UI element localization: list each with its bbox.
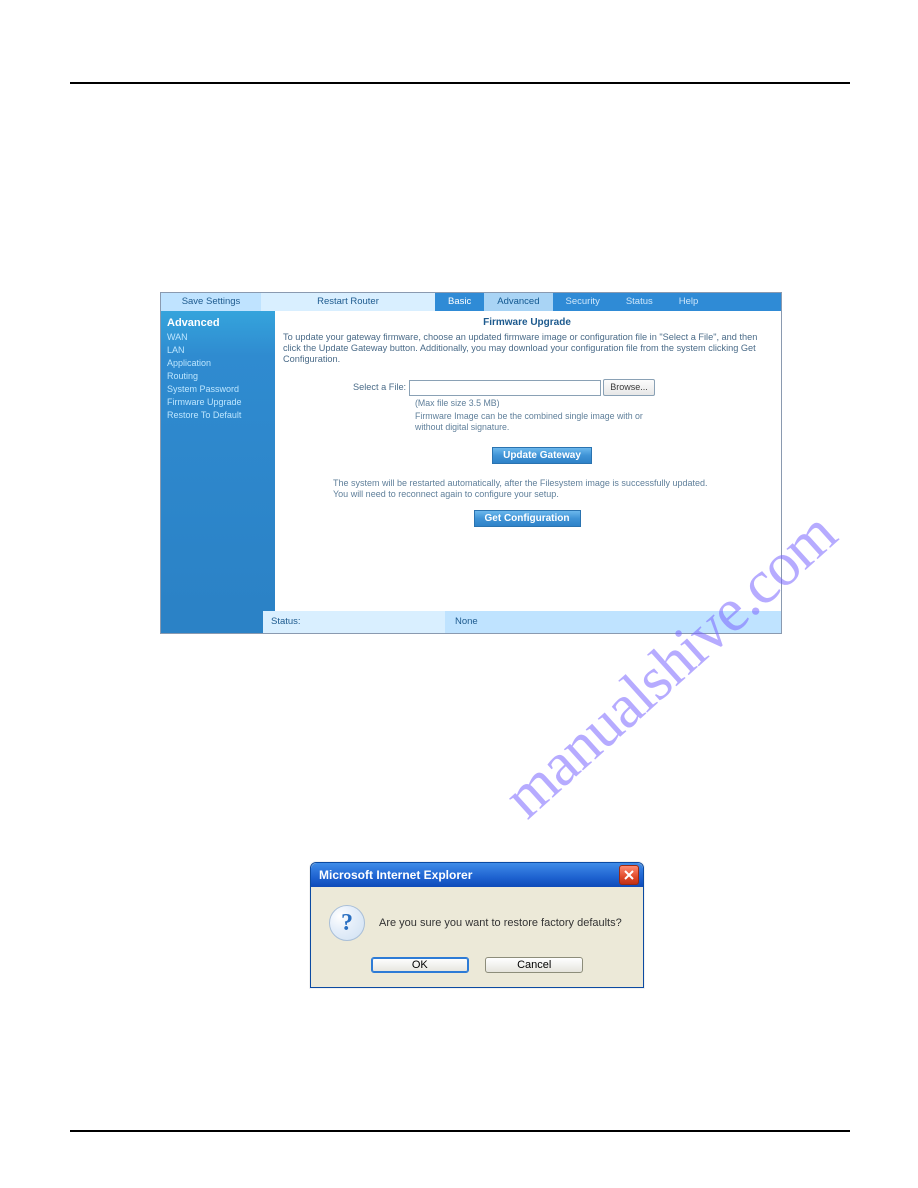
dialog-title-text: Microsoft Internet Explorer	[319, 863, 472, 887]
cancel-button[interactable]: Cancel	[485, 957, 583, 973]
tab-basic[interactable]: Basic	[435, 293, 484, 311]
intro-text: To update your gateway firmware, choose …	[283, 332, 771, 365]
close-icon[interactable]	[619, 865, 639, 885]
dialog-titlebar: Microsoft Internet Explorer	[311, 863, 643, 887]
sidebar-item-restore-default[interactable]: Restore To Default	[167, 409, 269, 422]
status-value: None	[445, 611, 781, 633]
sidebar-item-application[interactable]: Application	[167, 357, 269, 370]
page-divider-top	[70, 82, 850, 84]
router-admin-panel: Save Settings Restart Router Basic Advan…	[160, 292, 782, 634]
save-settings-link[interactable]: Save Settings	[161, 293, 261, 311]
sidebar-item-lan[interactable]: LAN	[167, 344, 269, 357]
sidebar-item-firmware-upgrade[interactable]: Firmware Upgrade	[167, 396, 269, 409]
tab-strip: Basic Advanced Security Status Help	[435, 293, 781, 311]
ok-button[interactable]: OK	[371, 957, 469, 973]
dialog-message: Are you sure you want to restore factory…	[379, 917, 622, 929]
select-file-label: Select a File:	[353, 382, 406, 392]
tab-help[interactable]: Help	[666, 293, 712, 311]
tab-advanced[interactable]: Advanced	[484, 293, 552, 311]
confirm-dialog: Microsoft Internet Explorer ? Are you su…	[310, 862, 644, 988]
page-title: Firmware Upgrade	[283, 317, 771, 328]
restart-router-link[interactable]: Restart Router	[261, 293, 435, 311]
file-path-input[interactable]	[409, 380, 601, 396]
get-configuration-button[interactable]: Get Configuration	[474, 510, 581, 527]
restart-note: The system will be restarted automatical…	[333, 478, 711, 500]
update-gateway-button[interactable]: Update Gateway	[492, 447, 592, 464]
status-bar: Status: None	[161, 611, 781, 633]
router-topbar: Save Settings Restart Router Basic Advan…	[161, 293, 781, 311]
tab-status[interactable]: Status	[613, 293, 666, 311]
page-divider-bottom	[70, 1130, 850, 1132]
question-icon: ?	[329, 905, 365, 941]
sidebar-heading: Advanced	[167, 317, 269, 329]
content-pane: Firmware Upgrade To update your gateway …	[275, 311, 781, 611]
sidebar-item-wan[interactable]: WAN	[167, 331, 269, 344]
sidebar-item-routing[interactable]: Routing	[167, 370, 269, 383]
tab-security[interactable]: Security	[553, 293, 613, 311]
sidebar-item-system-password[interactable]: System Password	[167, 383, 269, 396]
status-label: Status:	[263, 611, 445, 633]
firmware-note: Firmware Image can be the combined singl…	[415, 411, 645, 433]
max-size-note: (Max file size 3.5 MB)	[415, 398, 771, 409]
browse-button[interactable]: Browse...	[603, 379, 655, 396]
sidebar: Advanced WAN LAN Application Routing Sys…	[161, 311, 275, 611]
